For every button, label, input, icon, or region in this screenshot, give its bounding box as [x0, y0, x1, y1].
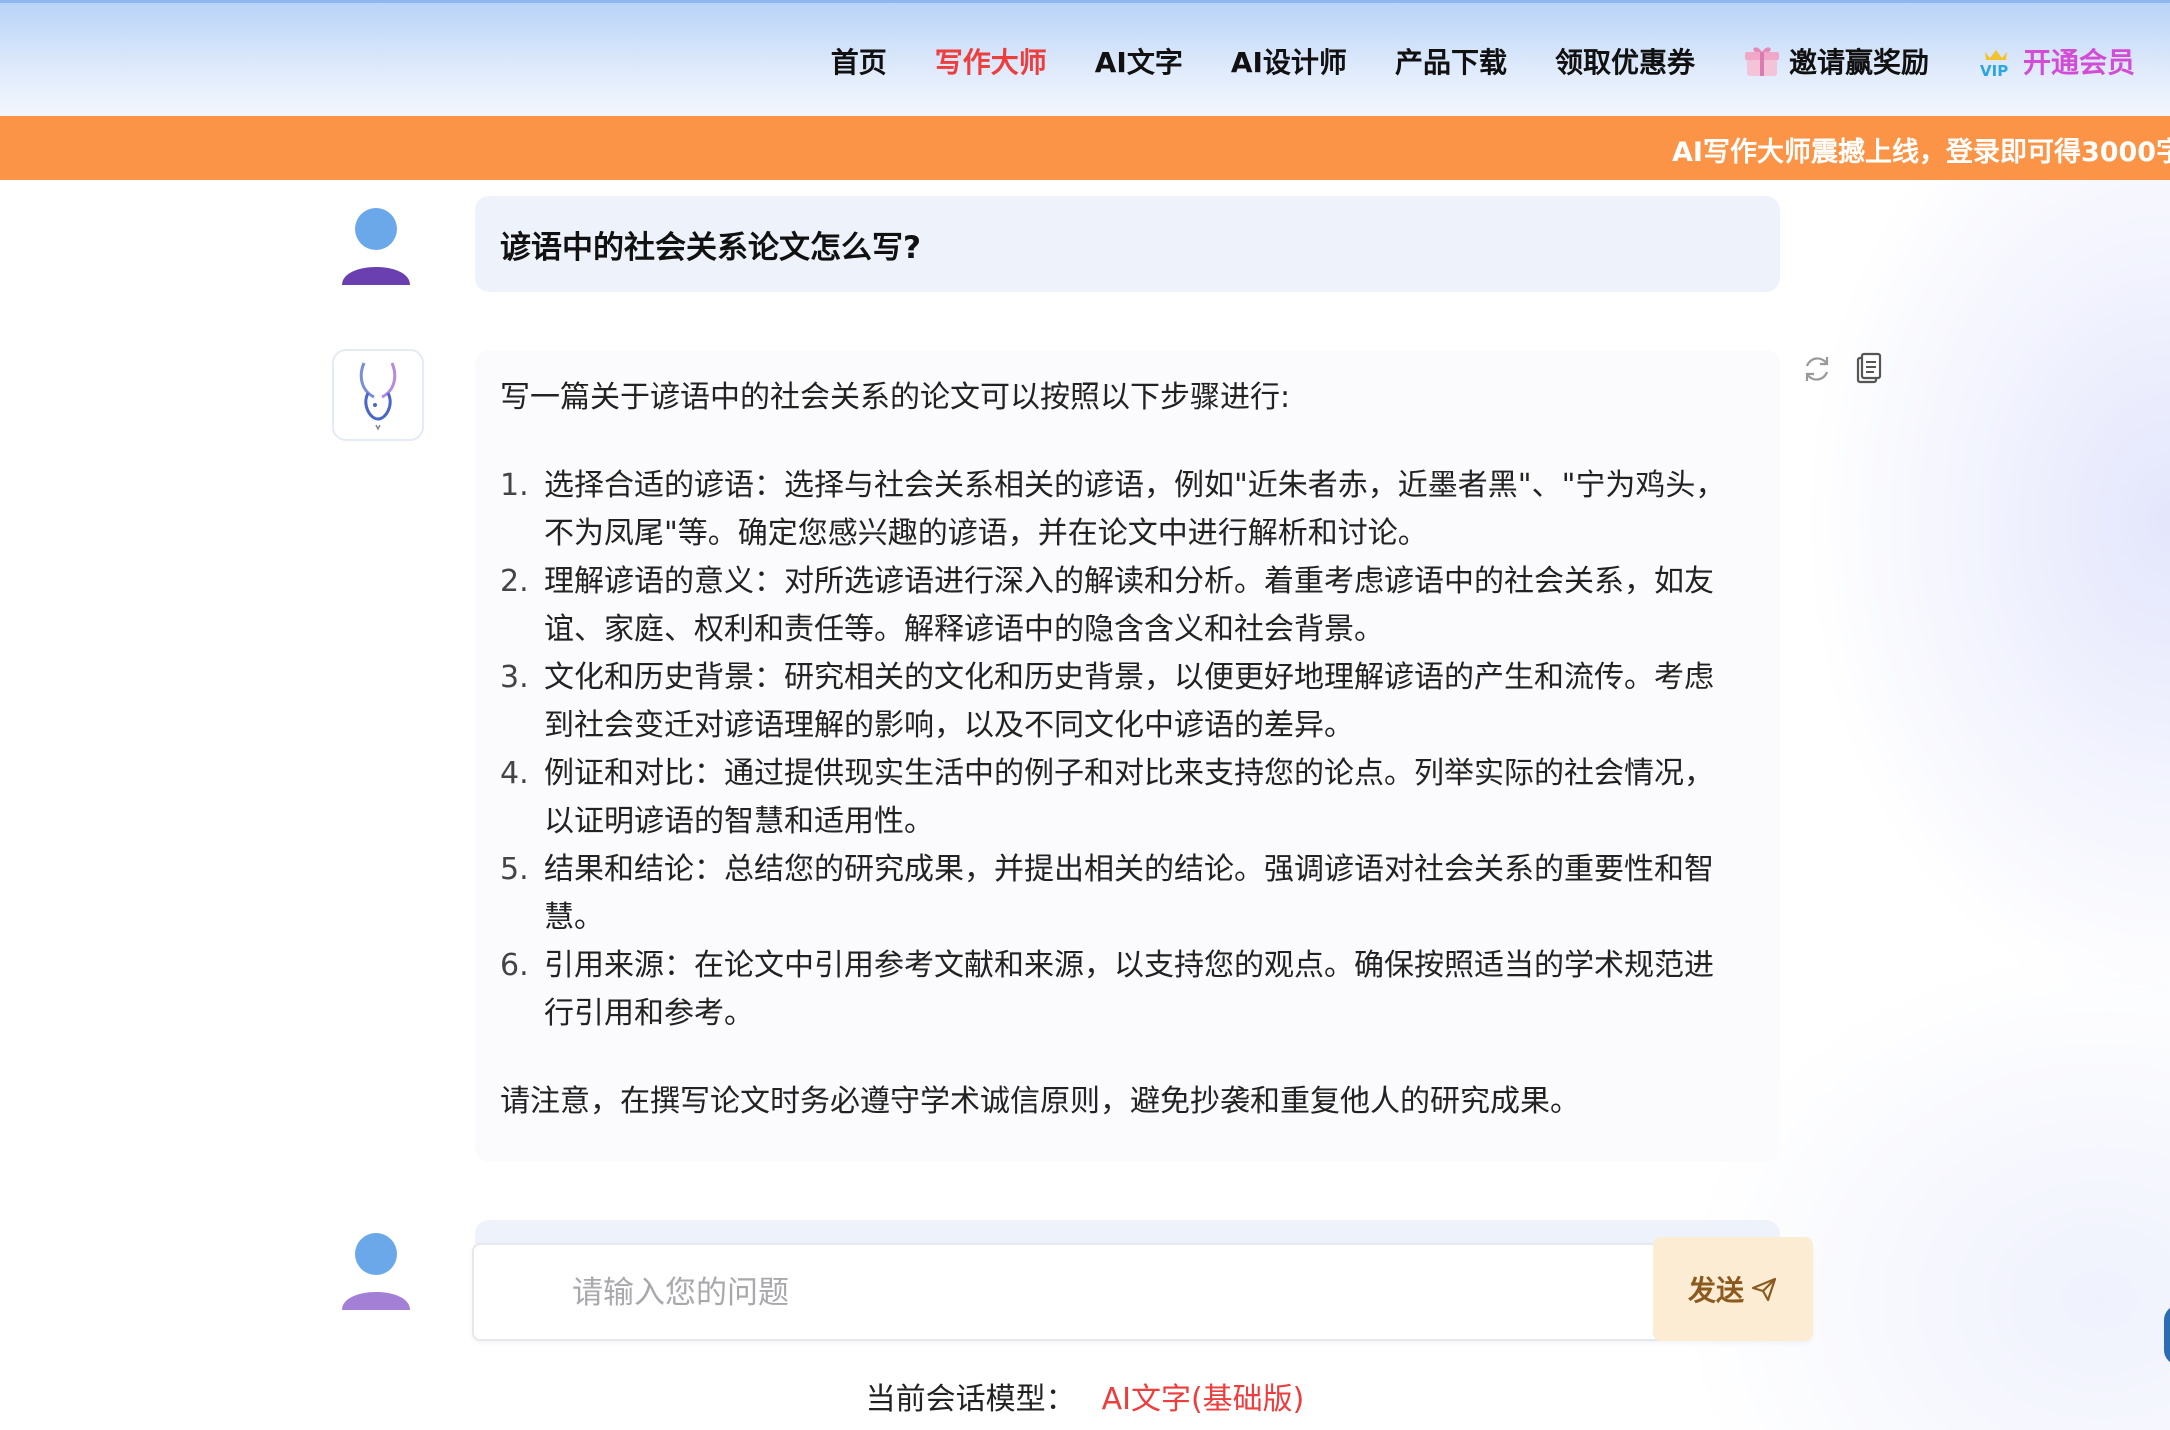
send-button[interactable]: 发送 — [1653, 1237, 1813, 1341]
model-label: 当前会话模型： — [865, 1382, 1076, 1417]
answer-actions — [1800, 352, 1904, 386]
nav-item-writing-master[interactable]: 写作大师 — [935, 41, 1047, 81]
step-text: 文化和历史背景：研究相关的文化和历史背景，以便更好地理解谚语的产生和流传。考虑到… — [544, 660, 1714, 743]
nav-item-download[interactable]: 产品下载 — [1395, 41, 1507, 81]
user-avatar — [340, 205, 412, 285]
input-top-strip — [475, 1220, 1780, 1244]
step-number: 1. — [500, 468, 529, 503]
send-paper-plane-icon — [1751, 1277, 1777, 1302]
list-item: 1. 选择合适的谚语：选择与社会关系相关的谚语，例如"近朱者赤，近墨者黑"、"宁为… — [500, 462, 1740, 558]
answer-note: 请注意，在撰写论文时务必遵守学术诚信原则，避免抄袭和重复他人的研究成果。 — [500, 1084, 1580, 1119]
list-item: 2. 理解谚语的意义：对所选谚语进行深入的解读和分析。着重考虑谚语中的社会关系，如… — [500, 558, 1740, 654]
rabbit-logo-icon — [359, 362, 397, 431]
list-item: 6. 引用来源：在论文中引用参考文献和来源，以支持您的观点。确保按照适当的学术规范… — [500, 942, 1740, 1038]
step-text: 选择合适的谚语：选择与社会关系相关的谚语，例如"近朱者赤，近墨者黑"、"宁为鸡头… — [544, 468, 1726, 551]
step-number: 6. — [500, 948, 529, 983]
model-value[interactable]: AI文字(基础版) — [1102, 1382, 1305, 1417]
vip-crown-icon: VIP — [1977, 42, 2015, 80]
step-number: 3. — [500, 660, 529, 695]
top-header: 首页 写作大师 AI文字 AI设计师 产品下载 领取优惠券 邀请赢奖励 VIP … — [0, 0, 2170, 116]
answer-intro: 写一篇关于谚语中的社会关系的论文可以按照以下步骤进行: — [500, 380, 1291, 415]
list-item: 5. 结果和结论：总结您的研究成果，并提出相关的结论。强调谚语对社会关系的重要性和… — [500, 846, 1740, 942]
answer-steps-list: 1. 选择合适的谚语：选择与社会关系相关的谚语，例如"近朱者赤，近墨者黑"、"宁为… — [500, 462, 1740, 1038]
list-item: 3. 文化和历史背景：研究相关的文化和历史背景，以便更好地理解谚语的产生和流传。考… — [500, 654, 1740, 750]
banner-text: AI写作大师震撼上线，登录即可得3000字 — [1672, 137, 2170, 168]
input-user-avatar — [340, 1230, 412, 1310]
invite-label: 邀请赢奖励 — [1788, 46, 1929, 79]
copy-icon[interactable] — [1852, 352, 1886, 386]
send-label: 发送 — [1687, 1274, 1744, 1307]
nav-item-vip[interactable]: VIP 开通会员 — [1977, 41, 2135, 81]
ai-answer-bubble: 写一篇关于谚语中的社会关系的论文可以按照以下步骤进行: 1. 选择合适的谚语：选择… — [475, 350, 1780, 1162]
step-number: 5. — [500, 852, 529, 887]
step-text: 例证和对比：通过提供现实生活中的例子和对比来支持您的论点。列举实际的社会情况，以… — [544, 756, 1714, 839]
question-input[interactable] — [570, 1267, 1594, 1319]
nav-item-home[interactable]: 首页 — [831, 41, 887, 81]
ai-avatar — [332, 349, 424, 441]
list-item: 4. 例证和对比：通过提供现实生活中的例子和对比来支持您的论点。列举实际的社会情况… — [500, 750, 1740, 846]
current-model-line: 当前会话模型： AI文字(基础版) — [0, 1374, 2170, 1418]
step-number: 4. — [500, 756, 529, 791]
user-question-bubble: 谚语中的社会关系论文怎么写? — [475, 196, 1780, 292]
step-number: 2. — [500, 564, 529, 599]
gift-icon — [1743, 42, 1781, 80]
vip-label: 开通会员 — [2022, 46, 2135, 79]
svg-text:VIP: VIP — [1980, 62, 2008, 80]
refresh-icon[interactable] — [1800, 352, 1834, 386]
step-text: 引用来源：在论文中引用参考文献和来源，以支持您的观点。确保按照适当的学术规范进行… — [544, 948, 1714, 1031]
announcement-banner: AI写作大师震撼上线，登录即可得3000字 — [0, 116, 2170, 180]
user-question-text: 谚语中的社会关系论文怎么写? — [500, 229, 921, 266]
main-nav: 首页 写作大师 AI文字 AI设计师 产品下载 领取优惠券 邀请赢奖励 VIP … — [783, 3, 2135, 119]
step-text: 结果和结论：总结您的研究成果，并提出相关的结论。强调谚语对社会关系的重要性和智慧… — [544, 852, 1714, 935]
nav-item-invite[interactable]: 邀请赢奖励 — [1743, 41, 1929, 81]
nav-item-ai-designer[interactable]: AI设计师 — [1231, 41, 1347, 81]
question-input-box — [472, 1243, 1812, 1341]
nav-item-coupon[interactable]: 领取优惠券 — [1555, 41, 1695, 81]
nav-item-ai-text[interactable]: AI文字 — [1095, 41, 1183, 81]
floating-help-button[interactable] — [2164, 1305, 2170, 1365]
step-text: 理解谚语的意义：对所选谚语进行深入的解读和分析。着重考虑谚语中的社会关系，如友谊… — [544, 564, 1714, 647]
